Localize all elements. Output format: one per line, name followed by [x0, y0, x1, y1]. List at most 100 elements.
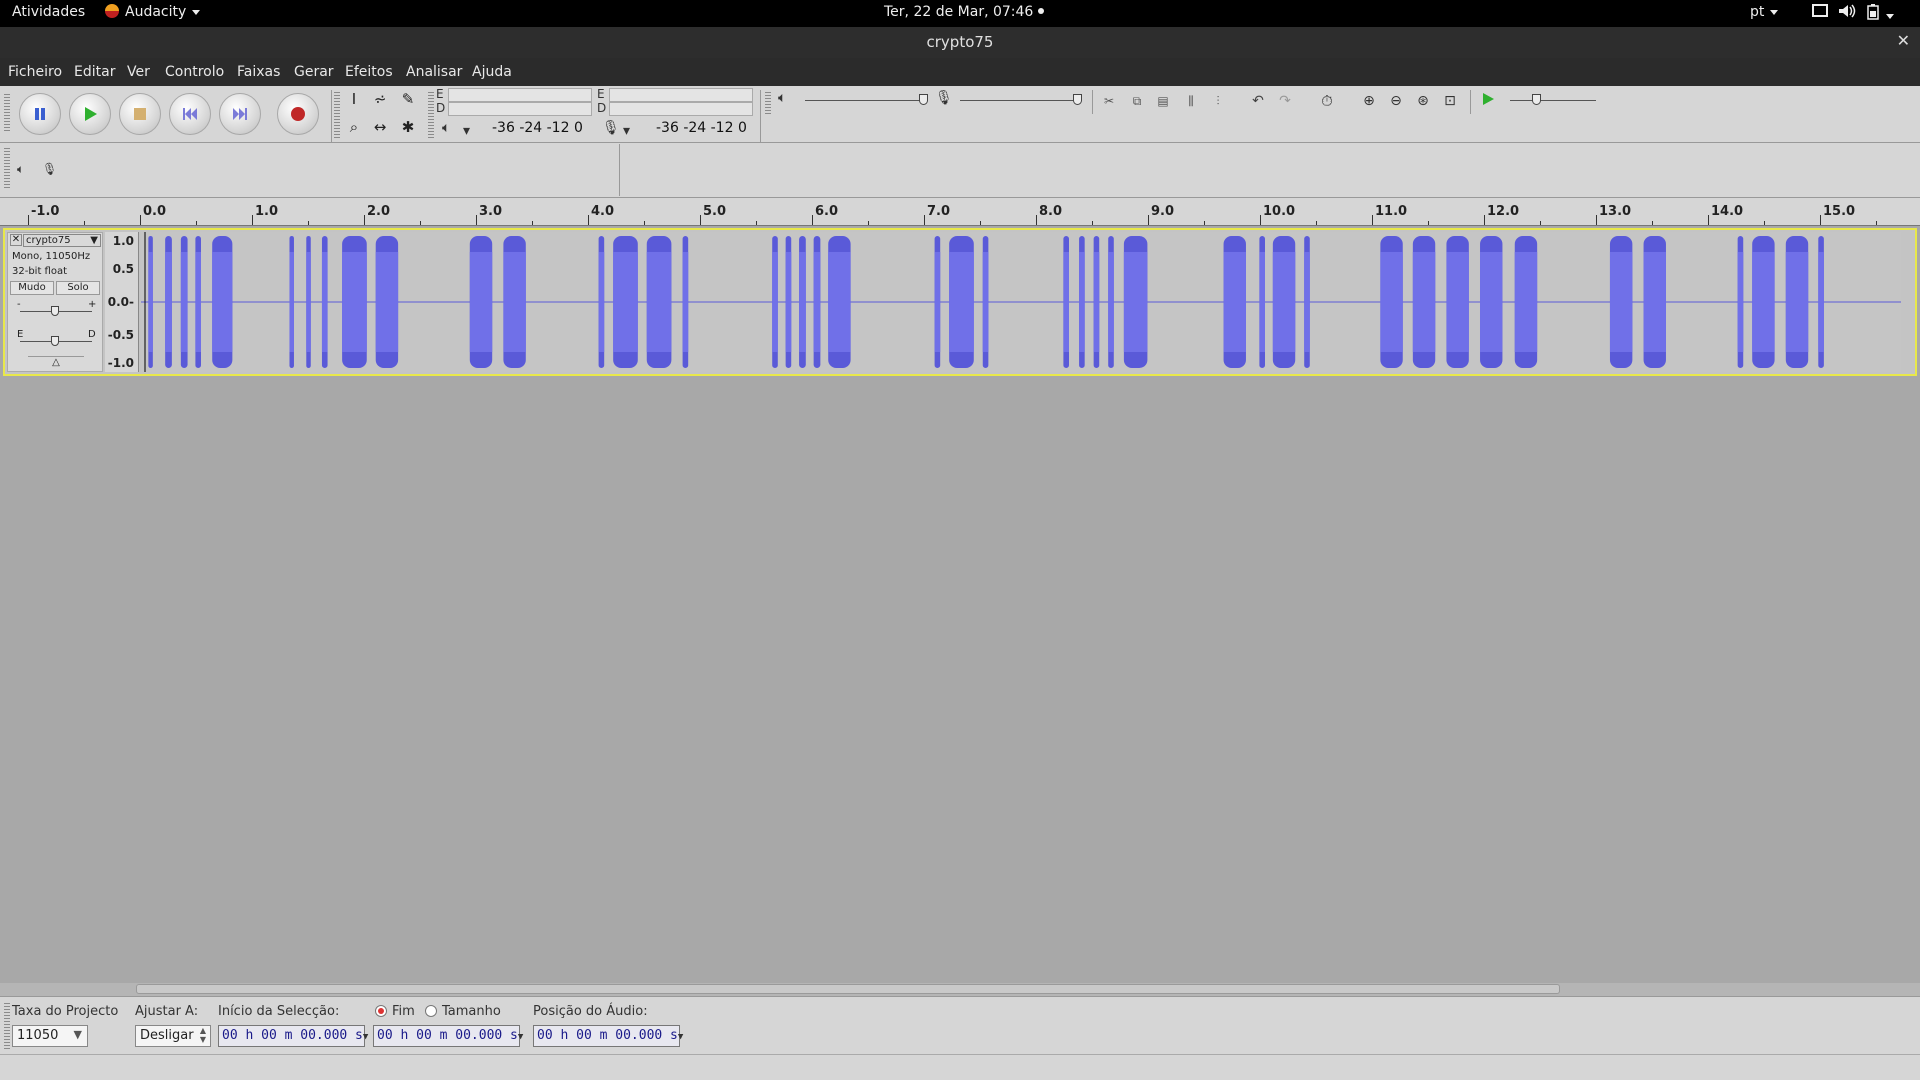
- record-volume-slider[interactable]: [960, 100, 1080, 101]
- play-at-speed-button[interactable]: [1477, 90, 1499, 112]
- ruler-major-tick: [1148, 215, 1149, 225]
- toolbar-grip[interactable]: [765, 90, 771, 114]
- length-radio[interactable]: Tamanho: [425, 1004, 501, 1019]
- ruler-minor-tick: [1092, 221, 1093, 225]
- play-button[interactable]: [69, 93, 111, 135]
- volume-icon[interactable]: [1838, 4, 1856, 22]
- zoom-tool-icon[interactable]: ⌕: [343, 116, 365, 138]
- chevron-down-icon[interactable]: ▾: [463, 124, 470, 138]
- horizontal-scrollbar[interactable]: [0, 983, 1920, 996]
- ruler-minor-tick: [1876, 221, 1877, 225]
- selection-start-time[interactable]: 00 h 00 m 00.000 s▼: [218, 1025, 368, 1047]
- gain-slider-thumb[interactable]: [51, 306, 59, 316]
- selection-tool-icon[interactable]: I: [343, 88, 365, 110]
- fit-selection-icon[interactable]: ⊛: [1412, 90, 1434, 112]
- track-format: Mono, 11050Hz: [12, 251, 91, 262]
- multi-tool-icon[interactable]: ✱: [397, 116, 419, 138]
- time-shift-tool-icon[interactable]: ↔: [369, 116, 391, 138]
- ruler-label: 9.0: [1151, 204, 1175, 219]
- language-menu[interactable]: pt: [1750, 4, 1779, 20]
- skip-to-end-button[interactable]: [219, 93, 261, 135]
- audio-track[interactable]: ✕ crypto75 ▼ Mono, 11050Hz 32-bit float M…: [3, 228, 1917, 376]
- envelope-tool-icon[interactable]: ⩫: [369, 88, 391, 110]
- waveform-rms: [1412, 252, 1436, 352]
- ruler-label: 10.0: [1263, 204, 1296, 219]
- battery-icon: [1867, 4, 1879, 20]
- selection-toolbar: Taxa do Projecto 11050 ▼ Ajustar A: Desli…: [0, 996, 1920, 1054]
- clock[interactable]: Ter, 22 de Mar, 07:46: [884, 4, 1044, 20]
- play-speed-thumb[interactable]: [1532, 94, 1541, 105]
- input-device-icon[interactable]: 🎙︎: [42, 162, 57, 176]
- scrollbar-thumb[interactable]: [136, 984, 1560, 994]
- track-name-button[interactable]: crypto75 ▼: [23, 234, 101, 247]
- activities-button[interactable]: Atividades: [12, 4, 85, 20]
- project-rate-select[interactable]: 11050 ▼: [12, 1025, 88, 1047]
- paste-icon[interactable]: ▤: [1152, 90, 1174, 112]
- output-device-icon[interactable]: 🔈︎: [17, 162, 24, 176]
- toolbar-grip[interactable]: [334, 90, 340, 140]
- end-radio[interactable]: Fim: [375, 1004, 415, 1019]
- sync-lock-icon[interactable]: ⏱: [1316, 90, 1338, 112]
- meter-right-label: D: [436, 101, 446, 115]
- menu-analisar[interactable]: Analisar: [406, 64, 462, 80]
- menu-ver[interactable]: Ver: [127, 64, 150, 80]
- redo-icon[interactable]: ↷: [1274, 90, 1296, 112]
- chevron-down-icon[interactable]: ▾: [623, 124, 630, 138]
- selection-end-time[interactable]: 00 h 00 m 00.000 s▼: [373, 1025, 523, 1047]
- menu-faixas[interactable]: Faixas: [237, 64, 280, 80]
- undo-icon[interactable]: ↶: [1247, 90, 1269, 112]
- app-menu[interactable]: Audacity: [105, 4, 201, 20]
- menu-editar[interactable]: Editar: [74, 64, 115, 80]
- snap-to-label: Ajustar A:: [135, 1004, 199, 1019]
- toolbar-grip[interactable]: [4, 146, 10, 190]
- timeline-ruler[interactable]: -1.0 0.0 1.0 2.0 3.0 4.0 5.0 6.0 7.0 8.0 9.0 10.0 11…: [0, 198, 1920, 226]
- ruler-major-tick: [28, 215, 29, 225]
- menu-ficheiro[interactable]: Ficheiro: [8, 64, 62, 80]
- toolbar-area: I ⩫ ✎ ⌕ ↔ ✱ E D E D 🔈︎ ▾ -36 -24 -12 0 🎙…: [0, 86, 1920, 198]
- track-close-icon[interactable]: ✕: [10, 234, 22, 246]
- silence-icon[interactable]: ⫶: [1207, 90, 1229, 112]
- play-speed-slider[interactable]: [1510, 100, 1596, 101]
- mute-button[interactable]: Mudo: [10, 281, 54, 295]
- menu-gerar[interactable]: Gerar: [294, 64, 334, 80]
- waveform-rms: [212, 252, 233, 352]
- waveform[interactable]: [141, 232, 1901, 372]
- battery-menu[interactable]: [1866, 4, 1894, 24]
- status-bar: [0, 1054, 1920, 1080]
- menu-controlo[interactable]: Controlo: [165, 64, 224, 80]
- ruler-label: 1.0: [255, 204, 279, 219]
- collapse-track-icon[interactable]: △: [28, 356, 84, 369]
- copy-icon[interactable]: ⧉: [1126, 90, 1148, 112]
- snap-to-select[interactable]: Desligar ▲ ▼: [135, 1025, 211, 1047]
- menu-efeitos[interactable]: Efeitos: [345, 64, 393, 80]
- close-window-icon[interactable]: ✕: [1897, 31, 1910, 50]
- toolbar-grip[interactable]: [4, 1001, 10, 1049]
- record-button[interactable]: [277, 93, 319, 135]
- menu-ajuda[interactable]: Ajuda: [472, 64, 512, 80]
- toolbar-grip[interactable]: [428, 90, 434, 140]
- stop-button[interactable]: [119, 93, 161, 135]
- pan-slider-thumb[interactable]: [51, 336, 59, 346]
- playback-volume-slider[interactable]: [805, 100, 925, 101]
- zoom-in-icon[interactable]: ⊕: [1358, 90, 1380, 112]
- zoom-out-icon[interactable]: ⊖: [1385, 90, 1407, 112]
- draw-tool-icon[interactable]: ✎: [397, 88, 419, 110]
- skip-to-start-button[interactable]: [169, 93, 211, 135]
- solo-button[interactable]: Solo: [56, 281, 100, 295]
- chevron-down-icon: ▼: [677, 1032, 684, 1042]
- record-volume-thumb[interactable]: [1073, 94, 1082, 105]
- playback-meter-right: [448, 102, 592, 116]
- trim-icon[interactable]: ⫼: [1180, 90, 1202, 112]
- speaker-icon[interactable]: 🔈︎: [442, 121, 450, 135]
- fit-project-icon[interactable]: ⊡: [1439, 90, 1461, 112]
- microphone-icon[interactable]: 🎙︎: [602, 121, 620, 135]
- screen-icon[interactable]: [1812, 4, 1828, 22]
- toolbar-grip[interactable]: [4, 92, 10, 132]
- selection-end-value: 00 h 00 m 00.000 s: [377, 1028, 518, 1043]
- audio-position-time[interactable]: 00 h 00 m 00.000 s▼: [533, 1025, 684, 1047]
- cut-icon[interactable]: ✂: [1098, 90, 1120, 112]
- pause-button[interactable]: [19, 93, 61, 135]
- ruler-major-tick: [588, 215, 589, 225]
- ruler-label: 7.0: [927, 204, 951, 219]
- playback-volume-thumb[interactable]: [919, 94, 928, 105]
